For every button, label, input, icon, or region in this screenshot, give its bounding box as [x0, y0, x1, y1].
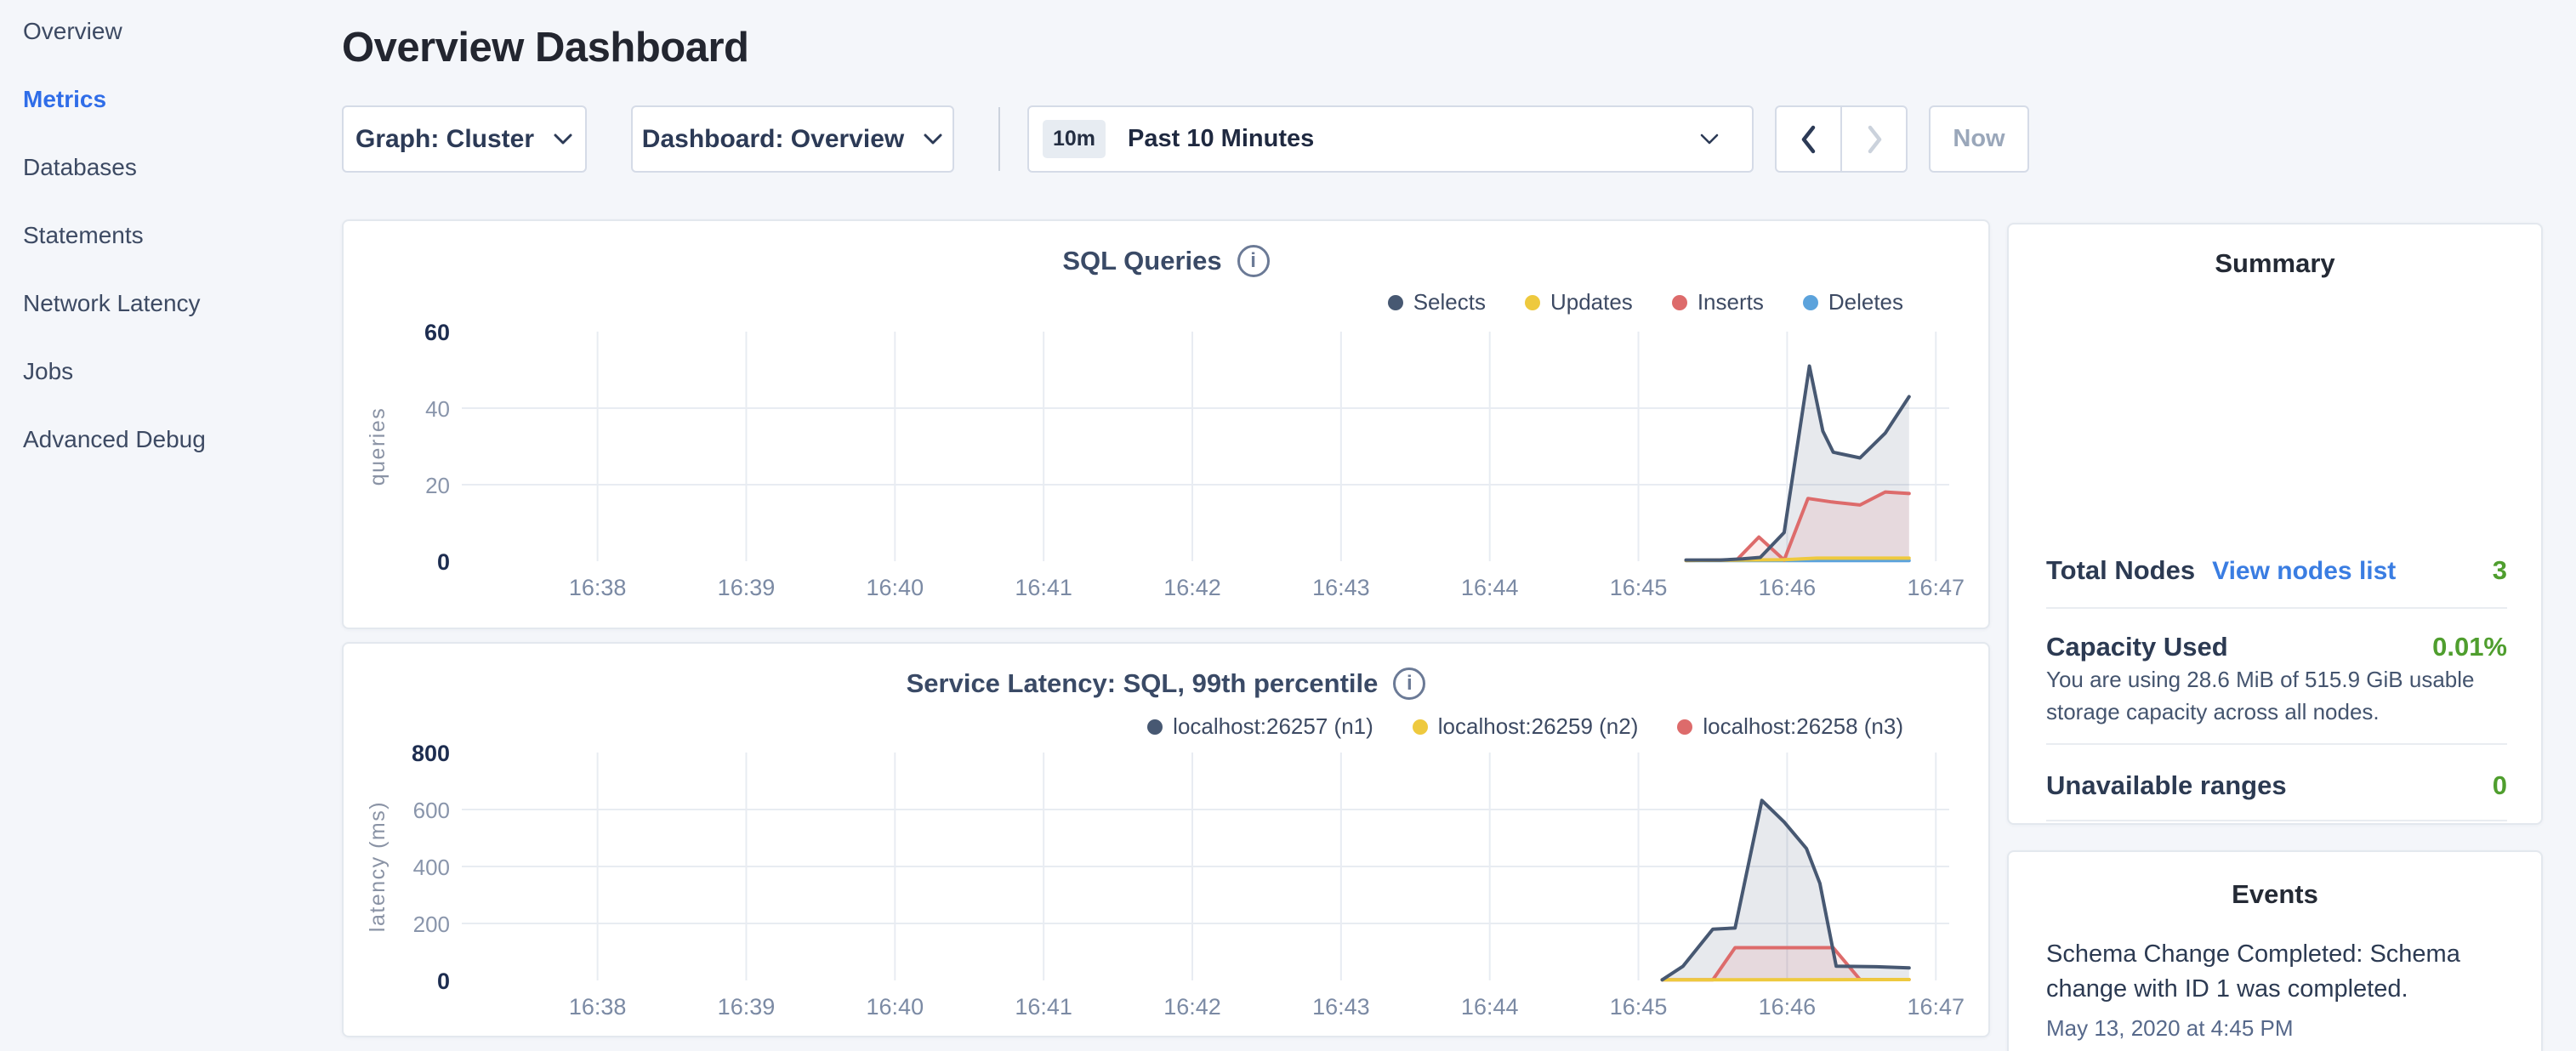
summary-row: Capacity Used 0.01% — [2046, 632, 2507, 662]
svg-text:16:39: 16:39 — [718, 575, 776, 600]
time-range-label: Past 10 Minutes — [1128, 125, 1314, 153]
svg-text:0: 0 — [437, 549, 450, 575]
svg-text:16:41: 16:41 — [1015, 994, 1072, 1020]
time-step-back-button[interactable] — [1777, 107, 1840, 171]
now-button[interactable]: Now — [1929, 105, 2029, 173]
chevron-left-icon — [1800, 124, 1818, 155]
summary-row-description: You are using 28.6 MiB of 515.9 GiB usab… — [2046, 663, 2511, 728]
sidebar-item-advanced-debug[interactable]: Advanced Debug — [23, 423, 206, 455]
now-button-label: Now — [1953, 125, 2005, 153]
service-latency-chart-card: Service Latency: SQL, 99th percentile i … — [342, 642, 1990, 1037]
sidebar-nav: Overview Metrics Databases Statements Networ… — [23, 15, 206, 455]
svg-text:600: 600 — [413, 798, 450, 823]
svg-text:60: 60 — [424, 320, 450, 345]
sql-queries-chart: 0 20 40 60 16:38 16:39 16:40 16:41 16:42 16:43 16:… — [344, 221, 1988, 628]
time-range-badge: 10m — [1043, 120, 1106, 158]
svg-text:16:47: 16:47 — [1907, 575, 1965, 600]
svg-text:16:39: 16:39 — [718, 994, 776, 1020]
summary-divider — [2046, 820, 2507, 821]
svg-text:0: 0 — [437, 969, 450, 994]
svg-text:latency (ms): latency (ms) — [366, 801, 390, 932]
svg-text:16:41: 16:41 — [1015, 575, 1072, 600]
summary-divider — [2046, 743, 2507, 745]
summary-title: Summary — [2009, 248, 2541, 279]
svg-text:16:47: 16:47 — [1907, 994, 1965, 1020]
time-step-forward-button[interactable] — [1840, 107, 1906, 171]
sql-queries-chart-card: SQL Queries i SelectsUpdatesInsertsDelet… — [342, 219, 1990, 629]
svg-text:16:44: 16:44 — [1461, 994, 1519, 1020]
summary-row-value: 0.01% — [2432, 632, 2507, 662]
service-latency-chart: 0 200 400 600 800 16:38 16:39 16:40 16:41 16:42 16… — [344, 644, 1988, 1036]
graph-scope-label: Graph: Cluster — [355, 125, 534, 154]
summary-divider — [2046, 607, 2507, 609]
svg-text:200: 200 — [413, 912, 450, 937]
svg-text:16:40: 16:40 — [867, 575, 924, 600]
sidebar-item-jobs[interactable]: Jobs — [23, 355, 206, 387]
summary-row-label: Total Nodes — [2046, 555, 2195, 586]
svg-text:16:40: 16:40 — [867, 994, 924, 1020]
dashboard-dropdown[interactable]: Dashboard: Overview — [631, 105, 954, 173]
chevron-down-icon — [1699, 133, 1720, 146]
summary-row-value: 3 — [2493, 555, 2507, 586]
events-title: Events — [2009, 879, 2541, 910]
events-panel: Events Schema Change Completed: Schema c… — [2007, 850, 2543, 1051]
sidebar-item-overview[interactable]: Overview — [23, 15, 206, 47]
svg-text:800: 800 — [412, 741, 450, 766]
sidebar-item-metrics[interactable]: Metrics — [23, 83, 206, 115]
app-screen: Overview Metrics Databases Statements Networ… — [0, 0, 2576, 1051]
svg-text:16:38: 16:38 — [569, 575, 627, 600]
time-step-buttons — [1775, 105, 1908, 173]
summary-panel: Summary Total Nodes View nodes list 3 Capac… — [2007, 223, 2543, 825]
svg-text:16:42: 16:42 — [1163, 994, 1221, 1020]
svg-text:20: 20 — [425, 473, 450, 498]
graph-scope-dropdown[interactable]: Graph: Cluster — [342, 105, 587, 173]
view-nodes-list-link[interactable]: View nodes list — [2212, 557, 2396, 586]
svg-text:queries: queries — [366, 407, 390, 486]
svg-text:16:38: 16:38 — [569, 994, 627, 1020]
svg-text:16:46: 16:46 — [1759, 575, 1817, 600]
svg-text:16:43: 16:43 — [1312, 575, 1370, 600]
svg-text:16:44: 16:44 — [1461, 575, 1519, 600]
summary-row: Unavailable ranges 0 — [2046, 770, 2507, 801]
event-text[interactable]: Schema Change Completed: Schema change w… — [2046, 937, 2511, 1007]
chevron-down-icon — [923, 133, 943, 146]
sidebar-item-databases[interactable]: Databases — [23, 151, 206, 183]
svg-text:16:43: 16:43 — [1312, 994, 1370, 1020]
event-timestamp: May 13, 2020 at 4:45 PM — [2046, 1015, 2511, 1042]
summary-row-label: Unavailable ranges — [2046, 770, 2287, 801]
time-range-dropdown[interactable]: 10m Past 10 Minutes — [1027, 105, 1754, 173]
sidebar-item-statements[interactable]: Statements — [23, 219, 206, 251]
svg-text:16:45: 16:45 — [1610, 575, 1668, 600]
svg-text:40: 40 — [425, 396, 450, 422]
sidebar-item-network-latency[interactable]: Network Latency — [23, 287, 206, 319]
svg-text:16:42: 16:42 — [1163, 575, 1221, 600]
summary-row-value: 0 — [2493, 770, 2507, 801]
summary-row-label: Capacity Used — [2046, 632, 2228, 662]
chevron-down-icon — [553, 133, 573, 146]
dashboard-label: Dashboard: Overview — [642, 125, 904, 154]
summary-row: Total Nodes View nodes list 3 — [2046, 555, 2507, 586]
page-title: Overview Dashboard — [342, 24, 748, 71]
controls-divider — [998, 107, 1000, 171]
svg-text:16:45: 16:45 — [1610, 994, 1668, 1020]
svg-text:400: 400 — [413, 855, 450, 880]
svg-text:16:46: 16:46 — [1759, 994, 1817, 1020]
chevron-right-icon — [1865, 124, 1884, 155]
